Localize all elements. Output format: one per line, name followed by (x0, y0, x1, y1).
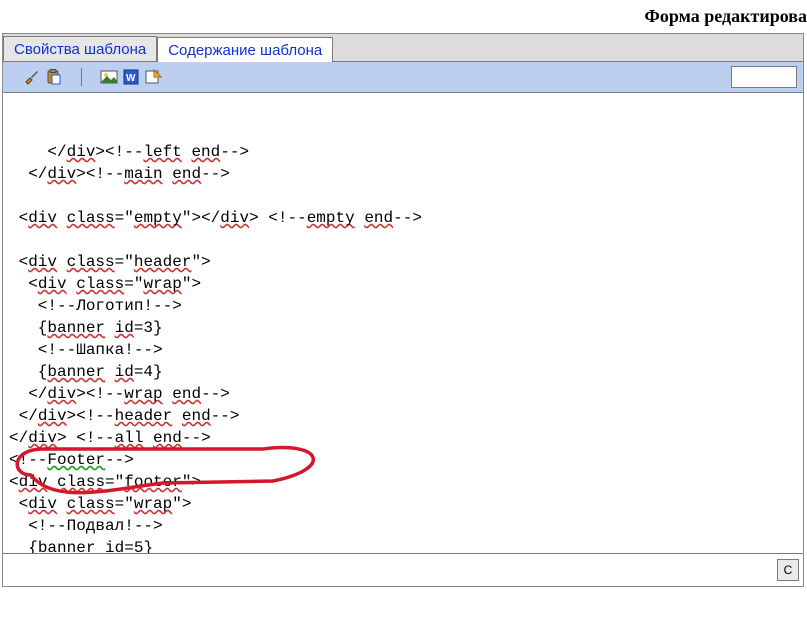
code-editor[interactable]: </div><!--left end--> </div><!--main end… (3, 93, 803, 553)
code-line: <div class="empty"></div> <!--empty end-… (9, 207, 797, 229)
editor-panel: Свойства шаблона Содержание шаблона W (2, 33, 804, 587)
code-line: <div class="wrap"> (9, 493, 797, 515)
code-line: </div><!--wrap end--> (9, 383, 797, 405)
page-title: Форма редактирова (0, 0, 807, 33)
tabs: Свойства шаблона Содержание шаблона (3, 34, 803, 62)
tab-content[interactable]: Содержание шаблона (157, 37, 333, 62)
code-line: </div><!--left end--> (9, 141, 797, 163)
code-line: </div><!--header end--> (9, 405, 797, 427)
code-line: {banner id=3} (9, 317, 797, 339)
code-line: {banner id=5} (9, 537, 797, 553)
bottom-button[interactable]: C (777, 559, 799, 581)
tab-properties[interactable]: Свойства шаблона (3, 36, 157, 61)
code-line (9, 185, 797, 207)
code-line: </div><!--main end--> (9, 163, 797, 185)
code-line: <div class="wrap"> (9, 273, 797, 295)
code-line: <!--Шапка!--> (9, 339, 797, 361)
image-icon[interactable] (100, 68, 118, 86)
code-line: </div> <!--all end--> (9, 427, 797, 449)
toolbar-separator (81, 68, 82, 86)
toolbar: W (3, 62, 803, 93)
code-line: <div class="footer"> (9, 471, 797, 493)
code-line: <!--Footer--> (9, 449, 797, 471)
code-line (9, 229, 797, 251)
code-line: <!--Логотип!--> (9, 295, 797, 317)
paste-icon[interactable] (45, 68, 63, 86)
code-line: {banner id=4} (9, 361, 797, 383)
code-line: <div class="header"> (9, 251, 797, 273)
search-input[interactable] (731, 66, 797, 88)
insert-word-icon[interactable]: W (122, 68, 140, 86)
bottom-bar: C (3, 553, 803, 586)
svg-text:W: W (126, 73, 136, 84)
brush-icon[interactable] (23, 68, 41, 86)
code-line: <!--Подвал!--> (9, 515, 797, 537)
insert-object-icon[interactable] (144, 68, 162, 86)
